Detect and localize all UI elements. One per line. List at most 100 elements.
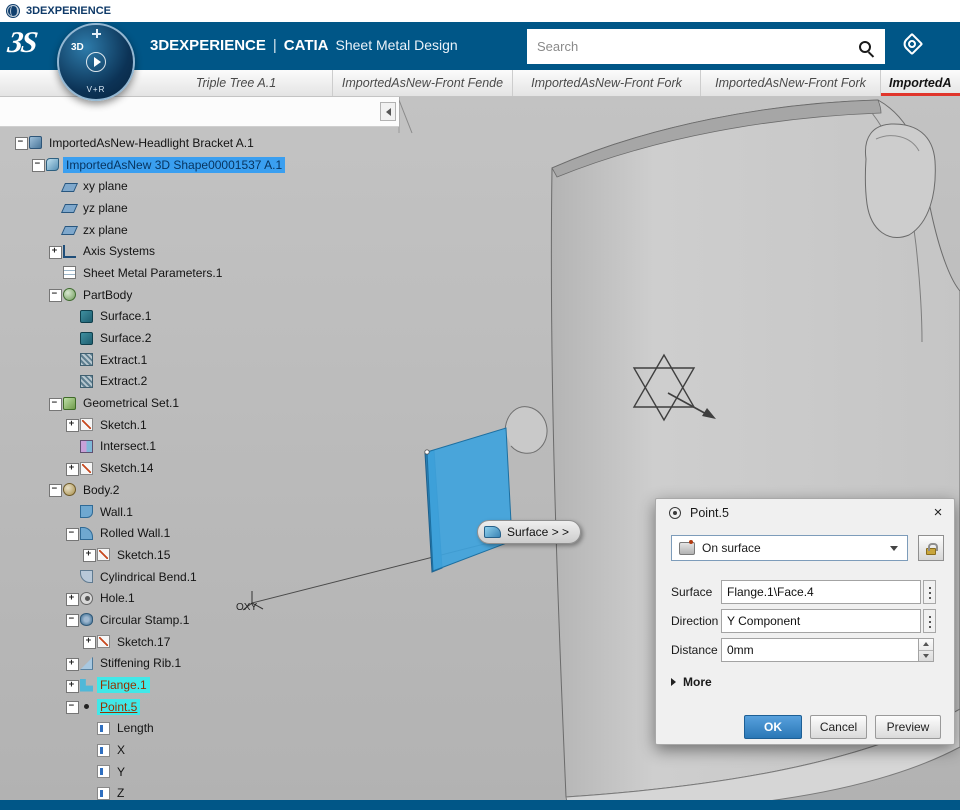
close-icon[interactable]: × xyxy=(928,504,948,523)
tree-item[interactable]: Stiffening Rib.1 xyxy=(0,653,285,675)
sheet-metal-parameters-icon xyxy=(63,266,76,280)
tree-item[interactable]: Circular Stamp.1 xyxy=(0,609,285,631)
dialog-title-bar[interactable]: Point.5 xyxy=(656,499,954,527)
compass-play-icon[interactable] xyxy=(86,52,106,72)
expander-icon[interactable] xyxy=(48,479,62,501)
tree-item[interactable]: Sheet Metal Parameters.1 xyxy=(0,262,285,284)
surface-icon xyxy=(80,309,93,323)
flange-face-highlight[interactable] xyxy=(426,427,513,572)
cancel-button[interactable]: Cancel xyxy=(810,715,867,739)
expander-icon[interactable] xyxy=(65,587,79,609)
more-expander[interactable]: More xyxy=(671,675,712,689)
tree-item[interactable]: Sketch.17 xyxy=(0,631,285,653)
point-icon xyxy=(80,700,93,713)
tree-item[interactable]: Extract.2 xyxy=(0,371,285,393)
tree-item[interactable]: Rolled Wall.1 xyxy=(0,522,285,544)
3d-compass[interactable]: 3D V+R xyxy=(57,23,135,101)
product-name: 3DEXPERIENCE xyxy=(150,37,266,54)
tree-item[interactable]: Sketch.15 xyxy=(0,544,285,566)
expander-icon[interactable] xyxy=(31,154,45,176)
expander-icon[interactable] xyxy=(65,674,79,696)
surface-context-button[interactable] xyxy=(923,580,936,604)
expander-icon[interactable] xyxy=(65,457,79,479)
spinner-down-icon[interactable] xyxy=(919,649,933,662)
ok-button[interactable]: OK xyxy=(744,715,802,739)
tree-item[interactable]: yz plane xyxy=(0,197,285,219)
expander-icon[interactable] xyxy=(48,240,62,262)
tree-item[interactable]: Point.5 xyxy=(0,696,285,718)
tree-item[interactable]: Y xyxy=(0,761,285,783)
direction-field-label: Direction xyxy=(671,614,719,628)
lock-button[interactable] xyxy=(918,535,944,561)
expander-icon[interactable] xyxy=(48,392,62,414)
distance-field-label: Distance xyxy=(671,643,718,657)
tab-front-fork-1[interactable]: ImportedAsNew-Front Fork xyxy=(513,70,701,96)
tree-item[interactable]: X xyxy=(0,739,285,761)
tab-headlight-bracket-active[interactable]: ImportedA xyxy=(881,70,960,96)
point-icon xyxy=(669,507,681,519)
tree-item[interactable]: zx plane xyxy=(0,219,285,241)
expander-icon[interactable] xyxy=(48,284,62,306)
tab-triple-tree[interactable]: Triple Tree A.1 xyxy=(140,70,333,96)
tree-item[interactable]: Geometrical Set.1 xyxy=(0,392,285,414)
stiffening-rib-icon xyxy=(80,656,93,670)
tree-item[interactable]: Wall.1 xyxy=(0,501,285,523)
compass-north-icon xyxy=(92,29,101,38)
tree-item[interactable]: Surface.1 xyxy=(0,306,285,328)
expander-icon[interactable] xyxy=(14,132,28,154)
expander-icon[interactable] xyxy=(65,696,79,718)
expander-icon[interactable] xyxy=(65,653,79,675)
plane-icon xyxy=(60,204,79,214)
tree-item[interactable]: Length xyxy=(0,718,285,740)
point-type-dropdown[interactable]: On surface xyxy=(671,535,908,561)
tree-item[interactable]: PartBody xyxy=(0,284,285,306)
sketch-icon xyxy=(97,548,110,562)
tab-front-fork-2[interactable]: ImportedAsNew-Front Fork xyxy=(701,70,881,96)
tree-item[interactable]: ImportedAsNew 3D Shape00001537 A.1 xyxy=(0,154,286,176)
expander-icon[interactable] xyxy=(65,414,79,436)
direction-context-button[interactable] xyxy=(923,609,936,633)
tree-item[interactable]: Hole.1 xyxy=(0,587,285,609)
surface-command-tooltip[interactable]: Surface > > xyxy=(477,520,582,544)
tree-item[interactable]: Surface.2 xyxy=(0,327,285,349)
surface-input[interactable] xyxy=(721,580,921,604)
direction-input[interactable] xyxy=(721,609,921,633)
expander-icon[interactable] xyxy=(82,631,96,653)
distance-input[interactable] xyxy=(721,638,919,662)
tree-item[interactable]: xy plane xyxy=(0,175,285,197)
expander-icon[interactable] xyxy=(65,609,79,631)
tree-item[interactable]: Axis Systems xyxy=(0,240,285,262)
flange-vertex-point[interactable] xyxy=(424,449,430,455)
tree-item[interactable]: ImportedAsNew-Headlight Bracket A.1 xyxy=(0,132,285,154)
rolled-wall-icon xyxy=(80,526,93,540)
tree-item[interactable]: Body.2 xyxy=(0,479,285,501)
search-button[interactable] xyxy=(845,29,885,64)
flange-curl[interactable] xyxy=(504,406,548,454)
compass-3d-label[interactable]: 3D xyxy=(71,42,84,53)
tag-button[interactable] xyxy=(897,28,929,60)
expander-icon[interactable] xyxy=(65,522,79,544)
search-icon xyxy=(859,40,871,53)
spinner-up-icon[interactable] xyxy=(919,639,933,650)
tab-front-fender[interactable]: ImportedAsNew-Front Fende xyxy=(333,70,513,96)
tree-item[interactable]: Flange.1 xyxy=(0,674,285,696)
preview-button[interactable]: Preview xyxy=(875,715,941,739)
tree-item[interactable]: Sketch.14 xyxy=(0,457,285,479)
tree-item[interactable]: Extract.1 xyxy=(0,349,285,371)
chevron-right-icon xyxy=(671,678,676,686)
tree-item[interactable]: Sketch.1 xyxy=(0,414,285,436)
expander-icon[interactable] xyxy=(82,544,96,566)
tree-item[interactable]: Intersect.1 xyxy=(0,436,285,458)
tag-icon xyxy=(900,32,924,56)
workbench-name: Sheet Metal Design xyxy=(335,37,458,53)
brand-label: 3DEXPERIENCE xyxy=(26,5,111,17)
tree-item[interactable]: Cylindrical Bend.1 xyxy=(0,566,285,588)
search-input[interactable] xyxy=(527,29,845,64)
collapse-tree-button[interactable] xyxy=(380,102,396,121)
compass-vr-label[interactable]: V+R xyxy=(59,85,133,94)
geometrical-set-icon xyxy=(63,396,76,410)
